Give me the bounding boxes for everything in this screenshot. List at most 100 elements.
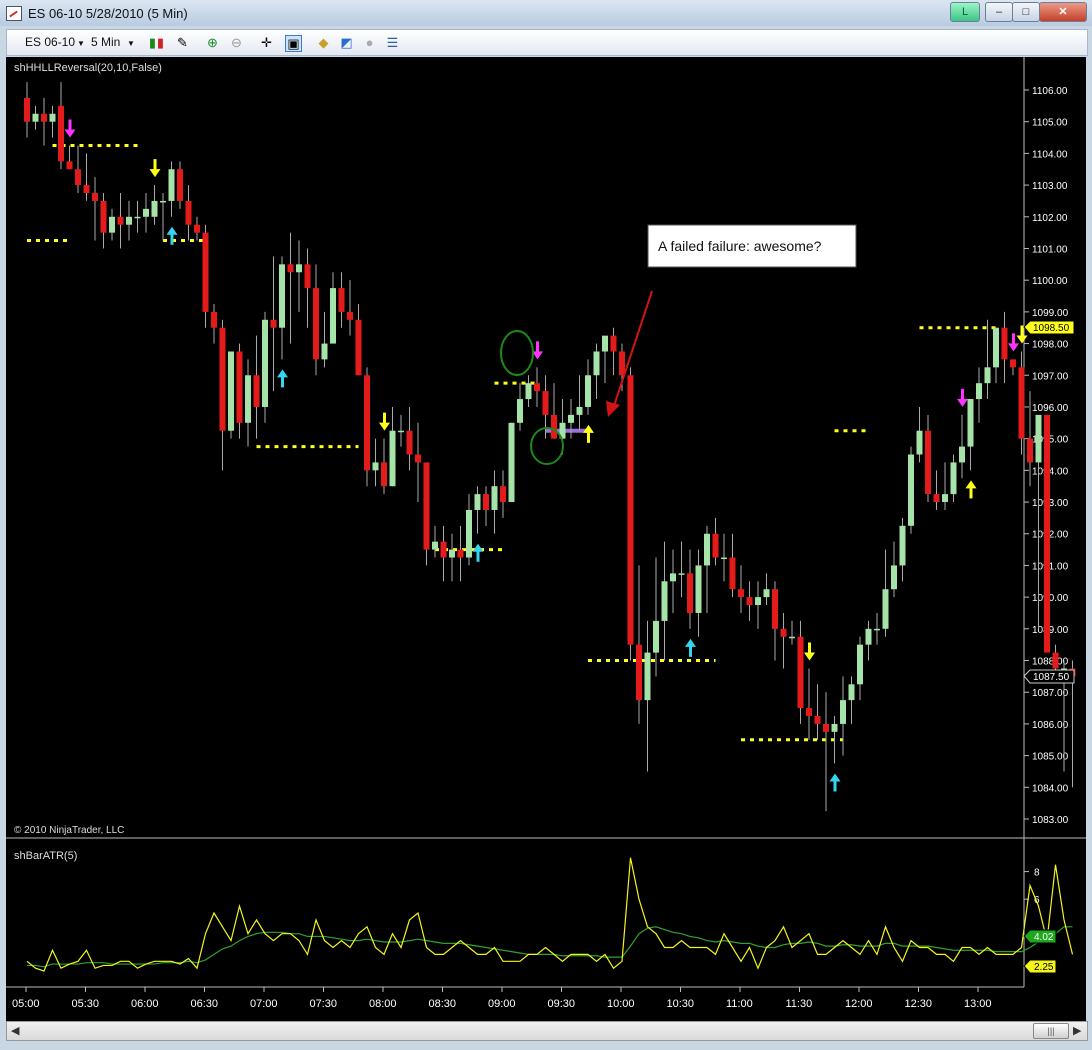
candle-body <box>993 327 999 368</box>
candle-body <box>763 589 770 598</box>
candle-body <box>984 367 991 384</box>
candle-body <box>848 684 855 701</box>
candle-body <box>389 430 396 487</box>
yellow-up-arrow-icon <box>965 480 977 499</box>
cyan-up-arrow-icon <box>277 369 288 388</box>
candle-body <box>1001 327 1008 360</box>
time-tick-label: 09:30 <box>548 998 576 1010</box>
price-tag-current: 1087.50 <box>1023 669 1075 684</box>
chart-panel[interactable]: 1106.00 1105.00 1104.00 1103.00 1102.00 1101.… <box>6 57 1086 1023</box>
chart-canvas[interactable]: 1106.00 1105.00 1104.00 1103.00 1102.00 1101.… <box>6 57 1086 1023</box>
properties-icon[interactable]: ☰ <box>385 35 400 50</box>
candle-body <box>134 216 141 219</box>
window-title: ES 06-10 5/28/2010 (5 Min) <box>28 6 188 21</box>
candle-body <box>568 414 574 423</box>
scroll-left-icon[interactable]: ◀ <box>11 1024 19 1037</box>
indicators-icon[interactable]: ◩ <box>339 35 354 50</box>
price-tick-label: 1102.00 <box>1032 213 1068 224</box>
candle-body <box>576 406 583 415</box>
candle-body <box>440 541 447 558</box>
candle-body <box>950 462 957 495</box>
candlestick-down-icon[interactable]: ▮ <box>153 35 168 50</box>
candle-body <box>508 422 515 503</box>
candle-body <box>432 541 438 550</box>
time-tick-label: 08:30 <box>429 998 457 1010</box>
time-tick-label: 12:30 <box>905 998 933 1010</box>
candle-body <box>423 462 430 550</box>
price-tick-label: 1099.00 <box>1032 308 1069 319</box>
candle-body <box>126 216 132 225</box>
candle-body <box>772 589 778 629</box>
maximize-button[interactable]: □ <box>1012 2 1040 22</box>
zoom-in-icon[interactable]: ⊕ <box>205 35 220 50</box>
candle-body <box>959 446 965 463</box>
candle-body <box>542 391 549 415</box>
candle-body <box>483 494 489 510</box>
scroll-thumb[interactable]: ||| <box>1033 1023 1069 1039</box>
disabled-circle-icon[interactable]: ● <box>362 35 377 50</box>
current-price-tag: 1087.50 <box>1033 672 1070 683</box>
candle-body <box>168 169 175 201</box>
minimize-button[interactable]: – <box>985 2 1013 22</box>
candle-body <box>24 97 30 122</box>
candle-body <box>644 652 651 701</box>
horizontal-scrollbar[interactable]: ◀ ||| ▶ <box>6 1021 1088 1041</box>
candle-body <box>967 399 974 447</box>
crosshair-icon[interactable]: ✛ <box>259 35 274 50</box>
time-tick-label: 12:00 <box>845 998 873 1010</box>
candle-body <box>942 494 948 503</box>
candle-body <box>525 383 532 400</box>
pink-down-arrow-icon <box>957 388 968 407</box>
candle-body <box>687 573 693 613</box>
time-tick-label: 06:00 <box>131 998 159 1010</box>
pencil-icon[interactable]: ✎ <box>175 35 190 50</box>
interval-selector[interactable]: 5 Min <box>91 35 120 49</box>
candle-body <box>729 557 736 590</box>
marker-price-tag: 1098.50 <box>1033 323 1070 334</box>
candle-body <box>449 549 455 558</box>
yellow-down-arrow-icon <box>149 159 161 178</box>
chevron-down-icon[interactable]: ▼ <box>77 39 85 48</box>
price-tick-label: 1086.00 <box>1032 720 1069 731</box>
link-badge-button[interactable]: L <box>950 2 980 22</box>
time-tick-label: 07:30 <box>310 998 338 1010</box>
strategies-icon[interactable]: ◆ <box>316 35 331 50</box>
candle-body <box>619 351 625 376</box>
candle-body <box>355 319 362 376</box>
candle-body <box>755 597 761 606</box>
price-tick-label: 1088.00 <box>1032 657 1069 668</box>
close-button[interactable]: ✕ <box>1039 2 1087 22</box>
annotation-text: A failed failure: awesome? <box>658 238 822 254</box>
annotation-callout[interactable]: A failed failure: awesome? <box>606 224 857 417</box>
candle-body <box>143 208 149 217</box>
price-tick-label: 1090.00 <box>1032 593 1069 604</box>
scroll-right-icon[interactable]: ▶ <box>1073 1024 1081 1037</box>
instrument-selector[interactable]: ES 06-10 <box>25 35 75 49</box>
price-tick-label: 1100.00 <box>1032 276 1068 287</box>
candle-body <box>457 549 464 558</box>
candle-body <box>415 454 421 463</box>
candle-body <box>908 454 914 526</box>
candle-body <box>789 636 795 639</box>
atr-average-line <box>27 926 1073 968</box>
candle-body <box>330 288 336 344</box>
price-tick-label: 1106.00 <box>1032 86 1068 97</box>
candle-body <box>874 628 880 631</box>
chart-toolbar: ES 06-10 ▼ 5 Min ▼ ▮ ▮ ✎ ⊕ ⊖ ✛ ▣ ◆ ◩ ● ☰ <box>6 29 1088 56</box>
atr-current-tag: 2.25 <box>1034 962 1054 973</box>
candle-body <box>406 430 413 455</box>
candle-body <box>381 462 387 487</box>
candle-body <box>823 723 829 732</box>
cyan-up-arrow-icon <box>685 638 696 657</box>
candle-body <box>466 509 472 558</box>
time-tick-label: 11:30 <box>786 998 813 1010</box>
candle-body <box>746 597 753 606</box>
time-tick-label: 05:00 <box>12 998 40 1010</box>
cyan-up-arrow-icon <box>166 226 178 245</box>
zoom-out-icon[interactable]: ⊖ <box>229 35 244 50</box>
candle-body <box>500 486 506 503</box>
data-box-icon[interactable]: ▣ <box>285 35 302 52</box>
candle-body <box>321 343 328 360</box>
candle-body <box>593 351 600 376</box>
chevron-down-icon[interactable]: ▼ <box>127 39 135 48</box>
